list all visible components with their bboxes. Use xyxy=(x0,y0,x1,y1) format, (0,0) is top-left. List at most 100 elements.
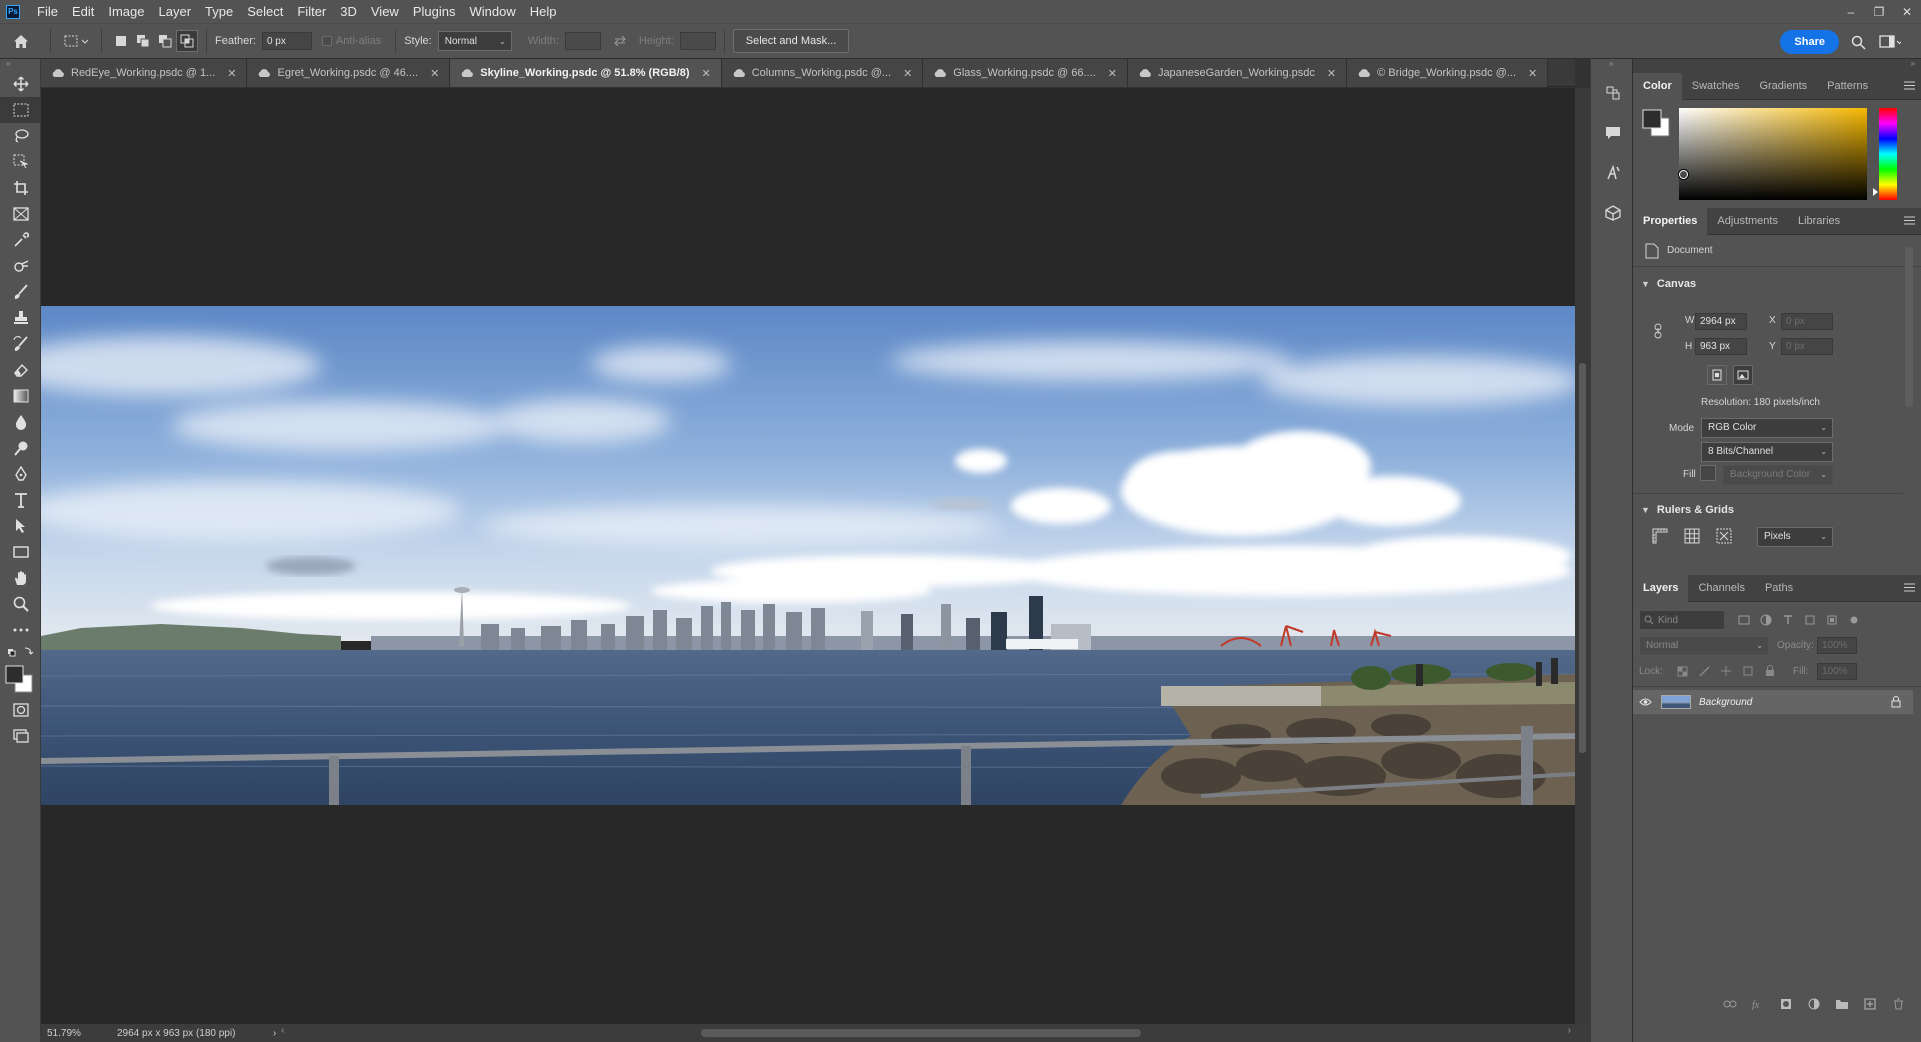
panel-tab-channels[interactable]: Channels xyxy=(1688,575,1754,602)
ruler-icon[interactable] xyxy=(1651,527,1669,545)
intersect-selection-icon[interactable] xyxy=(176,30,198,52)
panel-tab-patterns[interactable]: Patterns xyxy=(1817,73,1878,100)
color-swatches-fg-bg[interactable] xyxy=(1641,108,1671,138)
layer-row[interactable]: Background xyxy=(1633,690,1913,714)
close-tab-icon[interactable]: ✕ xyxy=(430,67,439,80)
panel-tab-libraries[interactable]: Libraries xyxy=(1788,208,1850,235)
width-input[interactable] xyxy=(564,32,601,50)
visibility-eye-icon[interactable] xyxy=(1633,698,1657,706)
swap-icon[interactable] xyxy=(609,30,631,52)
canvas-width-input[interactable]: 2964 px xyxy=(1695,313,1747,330)
hue-slider-handle[interactable] xyxy=(1873,188,1878,196)
history-icon[interactable] xyxy=(1591,73,1634,113)
menu-image[interactable]: Image xyxy=(101,0,151,23)
opacity-input[interactable]: 100% xyxy=(1817,637,1857,654)
brush-tool-icon[interactable] xyxy=(0,279,41,305)
panel-tab-adjustments[interactable]: Adjustments xyxy=(1707,208,1788,235)
delete-layer-icon[interactable] xyxy=(1887,995,1909,1013)
canvas-area[interactable] xyxy=(41,88,1575,1024)
filter-shape-icon[interactable] xyxy=(1799,611,1821,629)
screen-mode-icon[interactable] xyxy=(0,723,41,749)
grid-icon[interactable] xyxy=(1683,527,1701,545)
menu-3d[interactable]: 3D xyxy=(333,0,364,23)
new-selection-icon[interactable] xyxy=(110,30,132,52)
lock-position-icon[interactable] xyxy=(1715,662,1737,680)
properties-scroll-thumb[interactable] xyxy=(1905,247,1913,407)
skyline-photo[interactable] xyxy=(41,306,1575,805)
document-tab[interactable]: Columns_Working.psdc @... ✕ xyxy=(721,59,924,87)
close-tab-icon[interactable]: ✕ xyxy=(227,67,236,80)
pen-tool-icon[interactable] xyxy=(0,461,41,487)
foreground-background-color[interactable] xyxy=(0,663,40,697)
new-layer-icon[interactable] xyxy=(1859,995,1881,1013)
filter-adjustment-icon[interactable] xyxy=(1755,611,1777,629)
canvas-height-input[interactable]: 963 px xyxy=(1695,338,1747,355)
layer-style-icon[interactable]: fx xyxy=(1747,995,1769,1013)
zoom-tool-icon[interactable] xyxy=(0,591,41,617)
document-tab[interactable]: © Bridge_Working.psdc @... ✕ xyxy=(1347,59,1549,87)
more-tools-icon[interactable] xyxy=(0,617,41,643)
close-tab-icon[interactable]: ✕ xyxy=(1528,67,1537,80)
restore-button[interactable]: ❐ xyxy=(1865,0,1893,23)
group-layers-icon[interactable] xyxy=(1831,995,1853,1013)
add-mask-icon[interactable] xyxy=(1775,995,1797,1013)
style-select[interactable]: Normal ⌄ xyxy=(437,31,512,51)
share-button[interactable]: Share xyxy=(1780,30,1839,54)
menu-type[interactable]: Type xyxy=(198,0,240,23)
panel-tab-properties[interactable]: Properties xyxy=(1633,207,1708,235)
canvas-x-input[interactable]: 0 px xyxy=(1781,313,1833,330)
menu-window[interactable]: Window xyxy=(462,0,522,23)
filter-smart-object-icon[interactable] xyxy=(1821,611,1843,629)
glyphs-icon[interactable] xyxy=(1591,153,1634,193)
filter-type-icon[interactable] xyxy=(1777,611,1799,629)
menu-view[interactable]: View xyxy=(364,0,406,23)
layer-name[interactable]: Background xyxy=(1699,697,1752,708)
canvas-section-toggle[interactable]: ▼ Canvas xyxy=(1633,273,1921,295)
workspace-icon[interactable] xyxy=(1879,31,1901,53)
move-tool-icon[interactable] xyxy=(0,71,41,97)
scroll-left-icon[interactable]: ‹ xyxy=(281,1025,284,1036)
search-icon[interactable] xyxy=(1847,31,1869,53)
gradient-tool-icon[interactable] xyxy=(0,383,41,409)
close-tab-icon[interactable]: ✕ xyxy=(1108,67,1117,80)
eraser-tool-icon[interactable] xyxy=(0,357,41,383)
menu-edit[interactable]: Edit xyxy=(65,0,101,23)
hand-tool-icon[interactable] xyxy=(0,565,41,591)
hue-slider[interactable] xyxy=(1879,108,1897,200)
landscape-icon[interactable] xyxy=(1733,365,1753,385)
mode-select[interactable]: RGB Color ⌄ xyxy=(1701,418,1833,438)
portrait-icon[interactable] xyxy=(1707,365,1727,385)
lock-image-icon[interactable] xyxy=(1693,662,1715,680)
panel-menu-icon[interactable] xyxy=(1904,81,1915,90)
document-tab[interactable]: RedEye_Working.psdc @ 1... ✕ xyxy=(41,59,248,87)
horizontal-scroll-thumb[interactable] xyxy=(701,1029,1141,1037)
menu-layer[interactable]: Layer xyxy=(152,0,199,23)
frame-tool-icon[interactable] xyxy=(0,201,41,227)
zoom-level[interactable]: 51.79% xyxy=(47,1028,107,1039)
units-select[interactable]: Pixels ⌄ xyxy=(1757,527,1833,547)
lock-artboard-icon[interactable] xyxy=(1737,662,1759,680)
height-input[interactable] xyxy=(679,32,716,50)
canvas-y-input[interactable]: 0 px xyxy=(1781,338,1833,355)
menu-plugins[interactable]: Plugins xyxy=(406,0,463,23)
rectangle-tool-icon[interactable] xyxy=(0,539,41,565)
quick-mask-icon[interactable] xyxy=(0,697,41,723)
link-icon[interactable] xyxy=(1653,323,1663,339)
bit-depth-select[interactable]: 8 Bits/Channel ⌄ xyxy=(1701,442,1833,462)
status-menu-icon[interactable]: › xyxy=(273,1028,276,1039)
horizontal-scrollbar[interactable]: ‹ › xyxy=(281,1025,1571,1037)
color-picker-field[interactable] xyxy=(1679,108,1867,200)
vertical-scrollbar[interactable] xyxy=(1575,88,1590,1024)
default-colors-icon[interactable] xyxy=(0,643,40,663)
panel-tab-layers[interactable]: Layers xyxy=(1633,574,1689,602)
panel-tab-swatches[interactable]: Swatches xyxy=(1682,73,1750,100)
close-button[interactable]: ✕ xyxy=(1893,0,1921,23)
crop-tool-icon[interactable] xyxy=(0,175,41,201)
menu-filter[interactable]: Filter xyxy=(290,0,333,23)
lock-all-icon[interactable] xyxy=(1759,662,1781,680)
fill-swatch[interactable] xyxy=(1700,465,1716,481)
type-tool-icon[interactable] xyxy=(0,487,41,513)
menu-help[interactable]: Help xyxy=(523,0,564,23)
document-tab[interactable]: Skyline_Working.psdc @ 51.8% (RGB/8) ✕ xyxy=(450,59,722,87)
blur-tool-icon[interactable] xyxy=(0,409,41,435)
